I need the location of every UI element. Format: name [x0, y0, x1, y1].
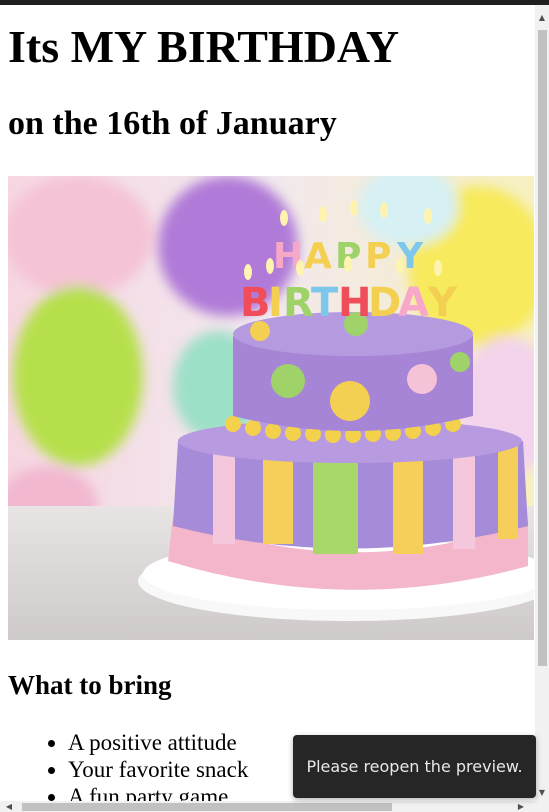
horizontal-scrollbar[interactable]: ◀ ▶ — [0, 801, 549, 812]
vertical-scroll-thumb[interactable] — [538, 30, 547, 666]
scroll-right-icon[interactable]: ▶ — [514, 801, 528, 812]
toast-notification[interactable]: Please reopen the preview. — [293, 735, 536, 798]
svg-text:T: T — [311, 280, 339, 326]
svg-text:A: A — [398, 280, 429, 326]
svg-text:D: D — [368, 280, 401, 326]
list-item: A positive attitude — [68, 729, 248, 756]
scroll-left-icon[interactable]: ◀ — [2, 801, 16, 812]
birthday-cake-image: H A P P Y B I R T H D A Y — [8, 176, 534, 640]
svg-text:R: R — [283, 280, 314, 326]
toast-message: Please reopen the preview. — [306, 757, 523, 776]
horizontal-scroll-thumb[interactable] — [22, 803, 392, 811]
scroll-up-icon[interactable]: ▲ — [535, 9, 549, 26]
section-heading: What to bring — [8, 670, 172, 700]
vertical-scrollbar[interactable]: ▲ ▼ — [535, 5, 549, 801]
scroll-down-icon[interactable]: ▼ — [535, 784, 549, 801]
svg-text:P: P — [365, 236, 391, 277]
page-title: Its MY BIRTHDAY — [8, 21, 400, 72]
svg-text:B: B — [240, 280, 271, 326]
preview-viewport[interactable]: Its MY BIRTHDAY on the 16th of January H… — [0, 5, 535, 801]
svg-text:H: H — [338, 280, 371, 326]
list-item: Your favorite snack — [68, 756, 248, 783]
bring-list: A positive attitude Your favorite snack … — [68, 729, 248, 801]
list-item: A fun party game — [68, 783, 248, 801]
svg-text:A: A — [304, 236, 332, 277]
page-subtitle: on the 16th of January — [8, 105, 337, 142]
svg-text:Y: Y — [427, 280, 458, 326]
svg-text:I: I — [268, 280, 283, 326]
